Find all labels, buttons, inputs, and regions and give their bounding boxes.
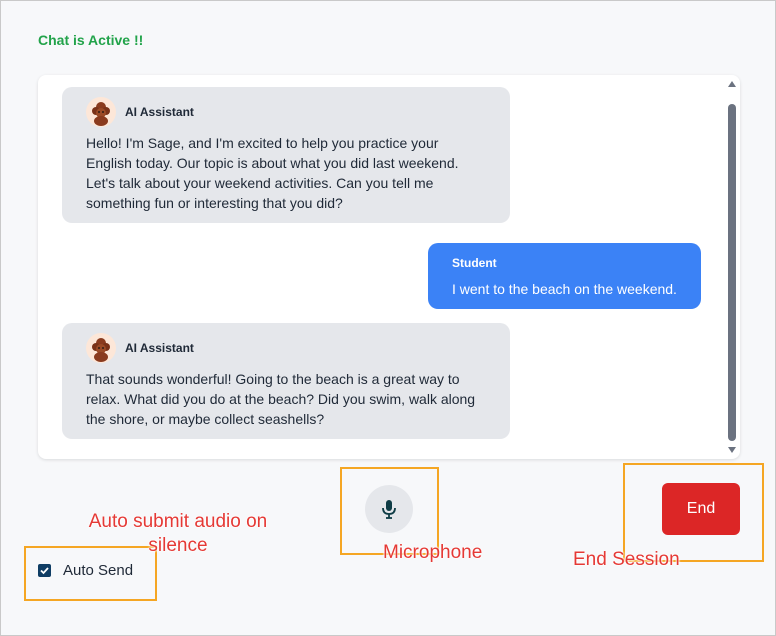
student-message: Student I went to the beach on the weeke…: [428, 243, 701, 309]
annotation-label-end-session: End Session: [573, 549, 680, 570]
chat-status-text: Chat is Active !!: [38, 32, 144, 48]
annotation-box-end-session: [623, 463, 764, 562]
sender-name: AI Assistant: [125, 341, 194, 355]
scroll-up-arrow-icon[interactable]: [728, 81, 736, 87]
chat-scrollbar-thumb[interactable]: [728, 104, 736, 441]
ai-message: AI Assistant Hello! I'm Sage, and I'm ex…: [62, 87, 510, 223]
sender-name: AI Assistant: [125, 105, 194, 119]
annotation-label-auto-submit: Auto submit audio on silence: [88, 511, 268, 556]
ai-message: AI Assistant That sounds wonderful! Goin…: [62, 323, 510, 439]
scroll-down-arrow-icon[interactable]: [728, 447, 736, 453]
message-text: Hello! I'm Sage, and I'm excited to help…: [86, 135, 459, 211]
sender-name: Student: [452, 256, 497, 270]
poodle-avatar-icon: [86, 97, 116, 127]
annotation-label-microphone: Microphone: [383, 542, 483, 563]
message-text: That sounds wonderful! Going to the beac…: [86, 371, 476, 427]
message-text: I went to the beach on the weekend.: [452, 281, 677, 297]
app-frame: Chat is Active !! AI Assistant Hello! I'…: [0, 0, 776, 636]
poodle-avatar-icon: [86, 333, 116, 363]
chat-transcript-panel[interactable]: AI Assistant Hello! I'm Sage, and I'm ex…: [38, 75, 740, 459]
